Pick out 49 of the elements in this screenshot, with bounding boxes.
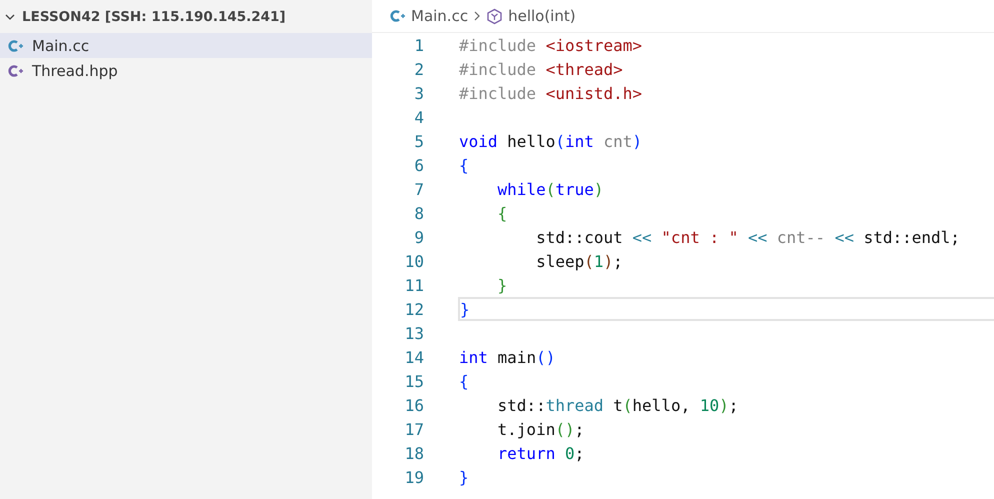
line-number: 3	[413, 84, 424, 102]
code-line: while(true)	[496, 180, 604, 198]
line-number: 12	[404, 300, 424, 318]
line-number: 9	[413, 228, 424, 246]
line-number: 14	[404, 348, 424, 366]
line-number: 4	[413, 108, 424, 126]
code-line: return 0;	[496, 444, 584, 462]
breadcrumb-symbol[interactable]: hello(int)	[508, 7, 576, 25]
line-number: 8	[413, 204, 424, 222]
code-line: int main()	[459, 348, 556, 366]
cpp-file-icon	[8, 38, 24, 52]
code-line: {	[496, 204, 508, 222]
code-line: #include <iostream>	[459, 36, 642, 54]
file-item[interactable]: Thread.hpp	[0, 58, 372, 83]
code-line: #include <thread>	[459, 60, 623, 78]
line-number: 17	[404, 420, 424, 438]
line-number: 6	[413, 156, 424, 174]
folder-header[interactable]: LESSON42 [SSH: 115.190.145.241]	[0, 0, 372, 33]
cpp-file-icon	[8, 64, 24, 78]
chevron-icon	[473, 10, 482, 22]
code-line: {	[459, 372, 469, 390]
line-number: 13	[404, 324, 424, 342]
file-name: Thread.hpp	[32, 62, 118, 80]
line-number: 2	[413, 60, 424, 78]
code-line: std::thread t(hello, 10);	[496, 396, 738, 414]
code-line: void hello(int cnt)	[459, 132, 642, 150]
line-number: 16	[404, 396, 424, 414]
code-line: sleep(1);	[535, 252, 623, 270]
line-number: 19	[404, 468, 424, 486]
line-number: 15	[404, 372, 424, 390]
breadcrumb-file[interactable]: Main.cc	[411, 7, 468, 25]
line-number: 1	[413, 36, 424, 54]
code-line: t.join();	[496, 420, 584, 438]
line-number: 10	[404, 252, 424, 270]
code-line: }	[459, 468, 469, 486]
code-line: }	[460, 300, 470, 318]
line-number: 7	[413, 180, 424, 198]
line-number: 5	[413, 132, 424, 150]
code-line: }	[496, 276, 508, 294]
line-number: 11	[404, 276, 424, 294]
code-line: {	[459, 156, 469, 174]
cpp-file-icon	[390, 9, 406, 23]
code-line: #include <unistd.h>	[459, 84, 642, 102]
file-name: Main.cc	[32, 36, 90, 54]
code-line: std::cout << "cnt : " << cnt-- << std::endl;	[535, 228, 960, 246]
folder-name: LESSON42 [SSH: 115.190.145.241]	[22, 8, 286, 24]
file-item[interactable]: Main.cc	[0, 33, 372, 58]
cube-icon	[486, 8, 504, 24]
line-number: 18	[404, 444, 424, 462]
